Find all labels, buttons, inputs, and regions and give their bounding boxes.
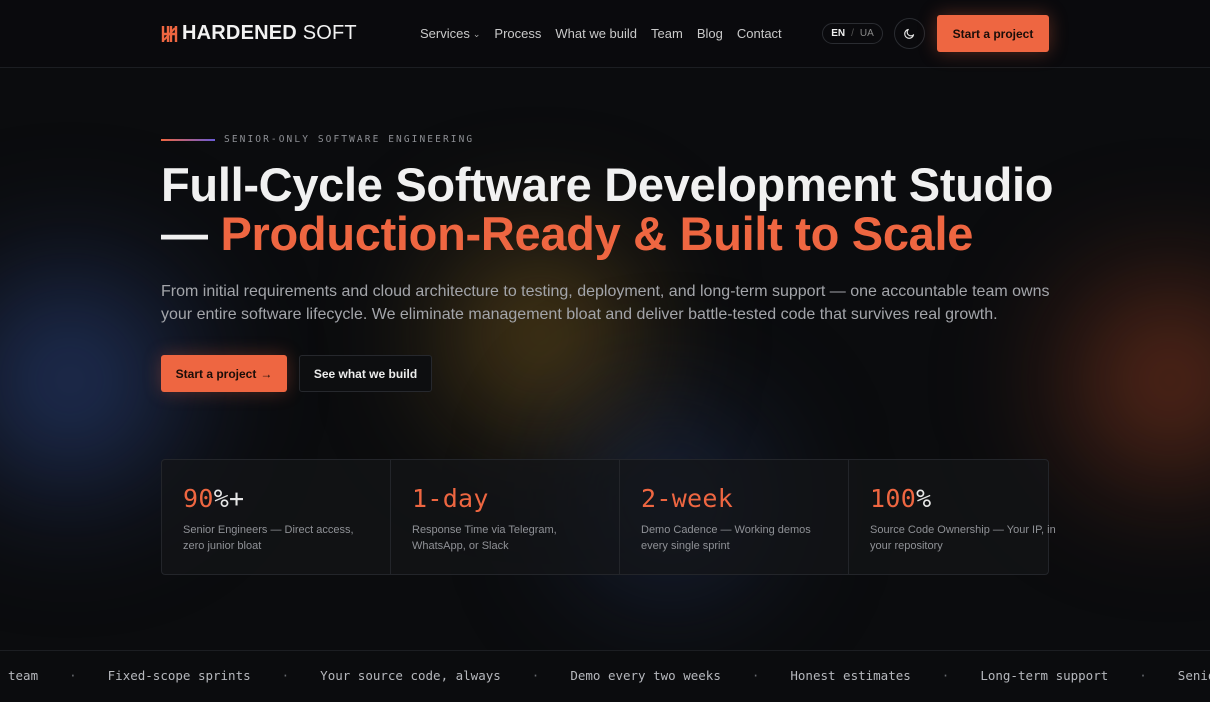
ticker-separator: · xyxy=(531,668,540,683)
hero-title-accent: Production-Ready & Built to Scale xyxy=(220,207,974,260)
ticker-item: Senior-only t xyxy=(1177,668,1210,683)
site-header: HARDENED SOFT Services ⌄ Process What we… xyxy=(0,0,1210,68)
ticker-item: Fixed-scope sprints xyxy=(107,668,251,683)
ticker-separator: · xyxy=(1139,668,1147,683)
stat-card: 90%+ Senior Engineers — Direct access, z… xyxy=(162,460,391,574)
logo-text: HARDENED SOFT xyxy=(182,22,357,44)
main-nav: Services ⌄ Process What we build Team Bl… xyxy=(420,26,782,41)
nav-item-label: Process xyxy=(494,26,542,41)
hero-title-dash: — xyxy=(161,207,221,260)
theme-toggle-button[interactable] xyxy=(894,18,925,49)
see-what-we-build-button[interactable]: See what we build xyxy=(299,355,432,392)
eyebrow-gradient-line xyxy=(161,138,215,141)
logo[interactable]: HARDENED SOFT xyxy=(161,22,357,45)
stat-card: 2-week Demo Cadence — Working demos ever… xyxy=(620,460,849,574)
arrow-right-icon: → xyxy=(260,366,273,381)
stat-value: 2-week xyxy=(641,484,734,513)
marquee-ticker: team · Fixed-scope sprints · Your source… xyxy=(0,650,1210,702)
button-label: Start a project xyxy=(175,366,257,381)
page: HARDENED SOFT Services ⌄ Process What we… xyxy=(0,0,1210,702)
ticker-item: Demo every two weeks xyxy=(570,668,721,683)
stat-description: Response Time via Telegram, WhatsApp, or… xyxy=(412,524,557,552)
hero-title: Full-Cycle Software Development Studio —… xyxy=(161,160,1061,258)
nav-item-contact[interactable]: Contact xyxy=(737,26,782,41)
stat-description: Senior Engineers — Direct access, zero j… xyxy=(183,524,354,552)
ticker-separator: · xyxy=(751,668,760,683)
hero-title-line1: Full-Cycle Software Development Studio xyxy=(161,158,1054,211)
ticker-separator: · xyxy=(941,668,950,683)
hero-lead: From initial requirements and cloud arch… xyxy=(161,283,1050,323)
stat-card: 1-day Response Time via Telegram, WhatsA… xyxy=(391,460,620,574)
nav-item-label: Contact xyxy=(736,26,782,41)
logo-mark-icon xyxy=(161,25,178,42)
stats-panel: 90%+ Senior Engineers — Direct access, z… xyxy=(161,459,1056,575)
ticker-item: team xyxy=(8,668,39,683)
lang-option-en[interactable]: EN xyxy=(831,28,845,39)
chevron-down-icon: ⌄ xyxy=(472,28,481,39)
ticker-item: Your source code, always xyxy=(320,668,501,683)
moon-icon xyxy=(904,28,915,39)
ticker-row: team · Fixed-scope sprints · Your source… xyxy=(8,668,1210,683)
nav-item-process[interactable]: Process xyxy=(494,26,541,41)
nav-item-services[interactable]: Services ⌄ xyxy=(420,26,480,41)
ticker-separator: · xyxy=(69,668,77,683)
nav-item-label: Services xyxy=(420,26,470,41)
stat-value: 100% xyxy=(870,484,932,513)
ticker-separator: · xyxy=(281,668,290,683)
nav-item-team[interactable]: Team xyxy=(651,26,683,41)
nav-item-label: Blog xyxy=(696,26,723,41)
stat-value: 1-day xyxy=(412,484,489,513)
nav-item-what-we-build[interactable]: What we build xyxy=(555,26,637,41)
stat-description: Source Code Ownership — Your IP, in your… xyxy=(870,524,1056,552)
stat-card: 100% Source Code Ownership — Your IP, in… xyxy=(849,460,1077,574)
language-switcher: EN / UA xyxy=(822,23,883,44)
header-start-project-button[interactable]: Start a project xyxy=(937,15,1049,52)
ticker-item: Honest estimates xyxy=(790,668,911,683)
nav-item-label: Team xyxy=(651,26,683,41)
nav-item-blog[interactable]: Blog xyxy=(697,26,723,41)
hero-eyebrow: SENIOR-ONLY SOFTWARE ENGINEERING xyxy=(161,134,474,145)
nav-item-label: What we build xyxy=(555,26,638,41)
lang-separator: / xyxy=(851,28,854,39)
eyebrow-text: SENIOR-ONLY SOFTWARE ENGINEERING xyxy=(224,134,475,145)
lang-option-ua[interactable]: UA xyxy=(860,28,874,39)
ticker-item: Long-term support xyxy=(980,668,1109,683)
stat-value: 90%+ xyxy=(183,484,245,513)
stat-description: Demo Cadence — Working demos every singl… xyxy=(641,524,811,552)
hero-start-project-button[interactable]: Start a project → xyxy=(161,355,287,392)
